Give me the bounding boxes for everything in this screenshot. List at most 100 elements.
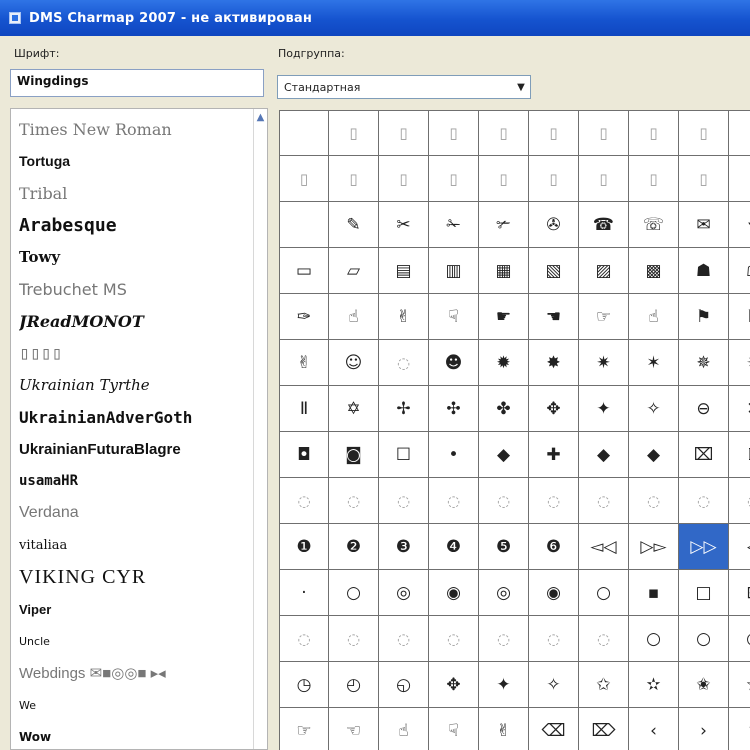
character-cell[interactable]: ☗ xyxy=(679,248,729,294)
character-cell[interactable]: ○ xyxy=(729,616,750,662)
character-cell[interactable]: ◌ xyxy=(479,616,529,662)
title-bar[interactable]: DMS Charmap 2007 - не активирован xyxy=(0,0,750,36)
font-list-item[interactable]: Towy xyxy=(19,241,257,273)
character-cell[interactable]: ◅◁ xyxy=(579,524,629,570)
character-cell[interactable]: ◆ xyxy=(629,432,679,478)
character-cell[interactable]: ✧ xyxy=(629,386,679,432)
character-cell[interactable]: ✥ xyxy=(529,386,579,432)
character-cell[interactable]: ▯ xyxy=(379,156,429,202)
character-cell[interactable]: ❷ xyxy=(329,524,379,570)
font-list-item[interactable]: Trebuchet MS xyxy=(19,273,257,305)
character-cell[interactable]: ☐ xyxy=(379,432,429,478)
character-cell[interactable]: ☚ xyxy=(529,294,579,340)
character-cell[interactable]: ⌦ xyxy=(579,708,629,750)
character-cell[interactable]: ▯ xyxy=(629,110,679,156)
character-cell[interactable]: ▯ xyxy=(279,156,329,202)
scroll-up-icon[interactable]: ▲ xyxy=(254,109,267,125)
character-cell[interactable]: ◙ xyxy=(329,432,379,478)
character-cell[interactable]: ✣ xyxy=(429,386,479,432)
character-cell[interactable]: ◆ xyxy=(479,432,529,478)
character-cell[interactable]: ✫ xyxy=(629,662,679,708)
character-cell[interactable]: ☎ xyxy=(579,202,629,248)
font-list-item[interactable]: usamaHR xyxy=(19,465,257,497)
character-cell[interactable]: ▯ xyxy=(729,110,750,156)
character-cell[interactable]: ✁ xyxy=(429,202,479,248)
character-cell[interactable]: ▱ xyxy=(329,248,379,294)
character-cell[interactable]: ✌ xyxy=(379,294,429,340)
character-cell[interactable]: ◉ xyxy=(429,570,479,616)
character-cell[interactable]: ◌ xyxy=(329,478,379,524)
character-cell[interactable]: ⊞ xyxy=(729,570,750,616)
character-cell[interactable]: ❻ xyxy=(529,524,579,570)
character-cell[interactable]: ✦ xyxy=(579,386,629,432)
character-cell[interactable]: ✡ xyxy=(329,386,379,432)
character-cell[interactable]: ☝ xyxy=(629,294,679,340)
character-cell[interactable]: ☟ xyxy=(429,708,479,750)
character-cell[interactable]: ⌫ xyxy=(529,708,579,750)
character-cell[interactable]: ▪ xyxy=(629,570,679,616)
character-cell[interactable]: ⚘ xyxy=(729,202,750,248)
font-list-item[interactable]: VIKING CYR xyxy=(19,561,257,593)
character-cell[interactable]: ☜ xyxy=(329,708,379,750)
character-cell[interactable]: ▯ xyxy=(579,110,629,156)
chevron-down-icon[interactable]: ▼ xyxy=(512,76,530,98)
character-cell[interactable]: ☛ xyxy=(479,294,529,340)
character-cell[interactable]: ◌ xyxy=(329,616,379,662)
character-cell[interactable]: ⊖ xyxy=(679,386,729,432)
font-list-item[interactable]: UkrainianFuturaBlagre xyxy=(19,433,257,465)
character-cell[interactable]: ▩ xyxy=(629,248,679,294)
character-cell[interactable]: ✸ xyxy=(529,340,579,386)
font-list-item[interactable]: Webdings ✉■◎◎■ ▸◂ xyxy=(19,657,257,689)
character-cell[interactable]: ▯ xyxy=(629,156,679,202)
character-cell[interactable]: ▯ xyxy=(429,156,479,202)
font-list[interactable]: Times New Roman Tortuga Tribal Arabesque Tow… xyxy=(10,108,268,750)
character-cell[interactable]: ▭ xyxy=(279,248,329,294)
character-cell[interactable]: ◌ xyxy=(579,616,629,662)
character-cell[interactable]: ▯ xyxy=(479,110,529,156)
character-cell[interactable]: ○ xyxy=(329,570,379,616)
character-cell[interactable]: ❺ xyxy=(479,524,529,570)
character-cell[interactable]: ✇ xyxy=(529,202,579,248)
character-cell[interactable]: ◆ xyxy=(579,432,629,478)
character-cell[interactable]: ✤ xyxy=(479,386,529,432)
font-list-item[interactable]: Viper xyxy=(19,593,257,625)
character-cell[interactable]: ✑ xyxy=(279,294,329,340)
character-cell[interactable]: ▨ xyxy=(579,248,629,294)
character-cell[interactable]: ◷ xyxy=(279,662,329,708)
character-cell[interactable]: › xyxy=(679,708,729,750)
character-cell[interactable]: ✷ xyxy=(579,340,629,386)
character-cell[interactable]: ✶ xyxy=(629,340,679,386)
character-cell[interactable]: ▷▻ xyxy=(629,524,679,570)
character-cell[interactable]: Ⅱ xyxy=(279,386,329,432)
character-cell[interactable]: ▯ xyxy=(529,110,579,156)
font-list-item[interactable]: Tribal xyxy=(19,177,257,209)
font-list-item[interactable]: Tortuga xyxy=(19,145,257,177)
character-cell[interactable]: ▦ xyxy=(479,248,529,294)
character-cell[interactable]: ✵ xyxy=(679,340,729,386)
character-cell[interactable]: ▯ xyxy=(429,110,479,156)
character-cell[interactable]: ☖ xyxy=(729,248,750,294)
character-cell[interactable]: ◌ xyxy=(679,478,729,524)
font-list-scrollbar[interactable]: ▲ xyxy=(253,109,267,749)
subset-dropdown[interactable]: Стандартная ▼ xyxy=(277,75,531,99)
character-cell[interactable]: ‹ xyxy=(629,708,679,750)
font-list-item[interactable]: Ukrainian Tyrthe xyxy=(19,369,257,401)
character-cell[interactable]: ▯ xyxy=(679,156,729,202)
character-cell[interactable]: ▯ xyxy=(729,156,750,202)
character-cell[interactable]: ✌ xyxy=(479,708,529,750)
character-cell[interactable]: ◵ xyxy=(379,662,429,708)
font-list-item[interactable]: vitaliaa xyxy=(19,529,257,561)
character-cell[interactable]: ◌ xyxy=(729,478,750,524)
character-cell[interactable]: ✦ xyxy=(479,662,529,708)
character-cell[interactable]: ▤ xyxy=(379,248,429,294)
font-list-item[interactable]: JReadMONOT xyxy=(19,305,257,337)
character-cell[interactable]: ◌ xyxy=(629,478,679,524)
character-cell[interactable]: ✢ xyxy=(379,386,429,432)
character-cell[interactable] xyxy=(279,202,329,248)
character-cell[interactable]: ◌ xyxy=(379,616,429,662)
character-cell[interactable]: ☞ xyxy=(579,294,629,340)
character-cell[interactable]: ☻ xyxy=(429,340,479,386)
character-cell[interactable]: ✉ xyxy=(679,202,729,248)
character-cell[interactable]: ⚑ xyxy=(679,294,729,340)
character-cell[interactable]: ◎ xyxy=(379,570,429,616)
